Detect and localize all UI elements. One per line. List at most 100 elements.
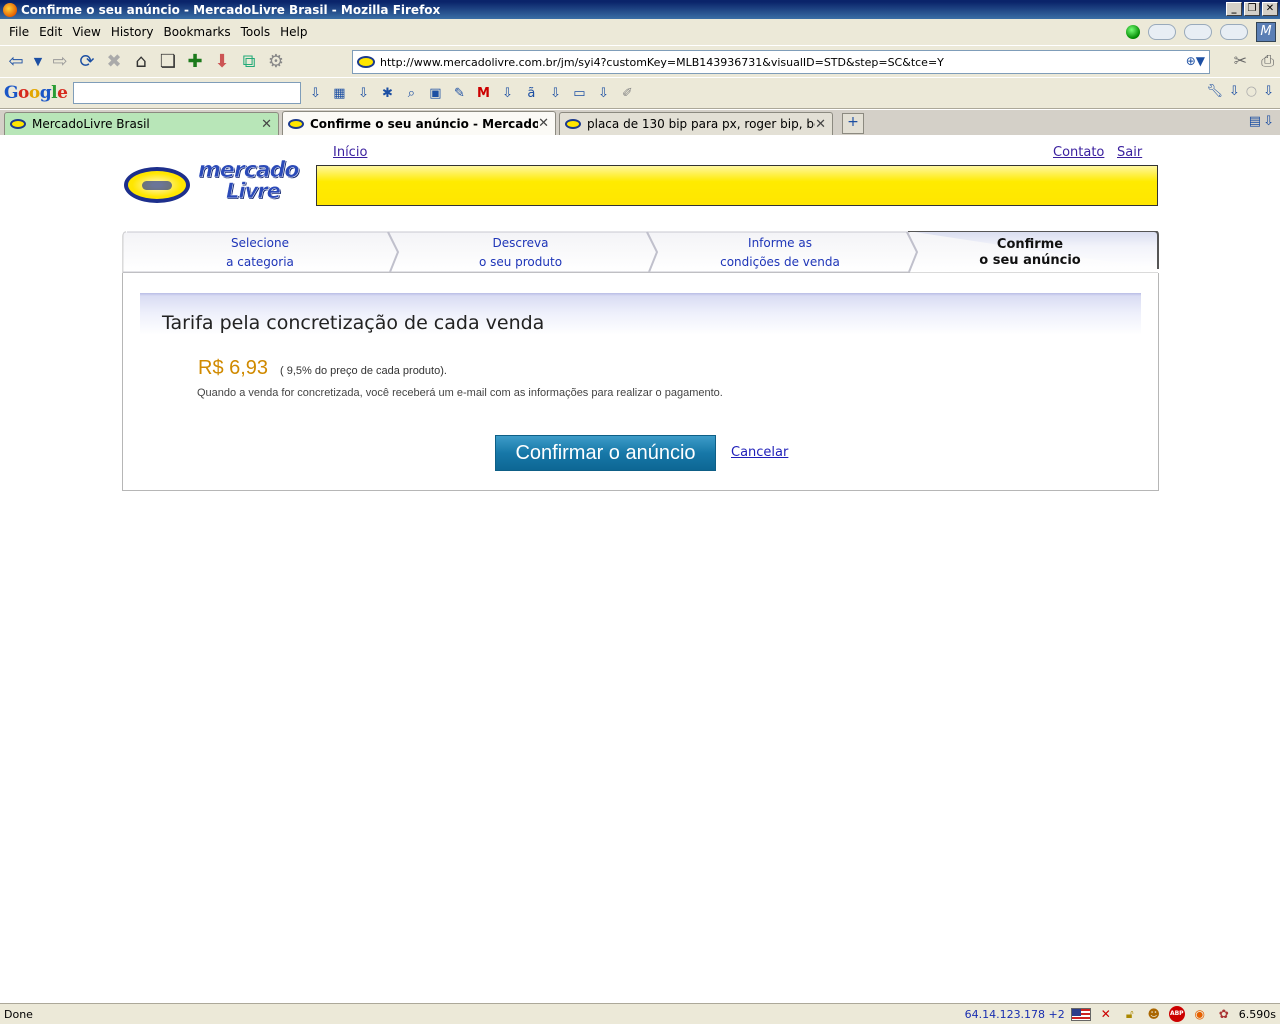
timer-icon[interactable]: ✿ xyxy=(1215,1006,1233,1022)
block-x-icon[interactable]: ✕ xyxy=(1097,1006,1115,1022)
step-line1: Descreva xyxy=(492,236,549,250)
monkey-icon[interactable]: ☻ xyxy=(1145,1006,1163,1022)
translate-icon[interactable]: ã xyxy=(521,83,541,103)
tab-list-button[interactable]: ▤ ⇩ xyxy=(1249,114,1274,129)
tab-list-icon: ▤ xyxy=(1248,114,1262,129)
step-descreva[interactable]: Descreva o seu produto xyxy=(398,231,643,273)
menu-file[interactable]: File xyxy=(4,25,34,39)
page-content: mercado Livre Início Contato Sair Seleci… xyxy=(0,135,1280,1003)
dropdown-icon[interactable]: ⇩ xyxy=(545,83,565,103)
minimize-button[interactable]: _ xyxy=(1226,2,1242,16)
print-icon[interactable]: ⎙ xyxy=(1261,51,1274,71)
highlight-icon[interactable]: ✎ xyxy=(449,83,469,103)
menu-bar: File Edit View History Bookmarks Tools H… xyxy=(0,19,1280,45)
new-tab-button[interactable]: + xyxy=(842,113,864,134)
contato-link[interactable]: Contato xyxy=(1053,145,1104,160)
weather-widgets: M xyxy=(1126,20,1276,42)
maximize-button[interactable]: ❐ xyxy=(1244,2,1260,16)
weather-cloud-icon[interactable] xyxy=(1217,20,1248,40)
menu-help[interactable]: Help xyxy=(275,25,312,39)
weather-cloud-icon[interactable] xyxy=(1181,20,1212,40)
step-informe[interactable]: Informe as condições de venda xyxy=(657,231,903,273)
tab-mercadolivre[interactable]: MercadoLivre Brasil ✕ xyxy=(4,112,279,135)
bookmark-icon[interactable]: ✱ xyxy=(377,83,397,103)
window-title: Confirme o seu anúncio - MercadoLivre Br… xyxy=(21,2,441,17)
page-icon[interactable]: ⧉ xyxy=(237,50,261,74)
go-icon[interactable]: ⊕▼ xyxy=(1186,54,1205,68)
cancel-link[interactable]: Cancelar xyxy=(731,445,788,460)
settings-gear-icon[interactable]: ⚙ xyxy=(264,50,288,74)
google-search-input[interactable] xyxy=(73,82,302,104)
circle-icon[interactable]: ○ xyxy=(1246,84,1257,99)
dropdown-icon[interactable]: ⇩ xyxy=(497,83,517,103)
step-selecione[interactable]: Selecione a categoria xyxy=(122,231,398,273)
google-g-icon[interactable]: ▦ xyxy=(329,83,349,103)
url-input[interactable] xyxy=(380,55,1160,69)
step-line1: Confirme xyxy=(996,237,1064,252)
close-button[interactable]: ✕ xyxy=(1262,2,1278,16)
lock-icon[interactable]: 🔓︎ xyxy=(1121,1006,1139,1022)
adblock-icon[interactable]: ABP xyxy=(1168,1006,1185,1022)
fee-price-note: ( 9,5% do preço de cada produto). xyxy=(280,365,447,377)
tools-icon[interactable]: ✂ xyxy=(1234,51,1247,71)
firefox-icon xyxy=(3,2,17,17)
weather-cloud-icon[interactable] xyxy=(1145,20,1176,40)
gmail-icon[interactable]: M xyxy=(473,83,493,103)
status-bar: Done 64.14.123.178 +2 ✕ 🔓︎ ☻ ABP ◉ ✿ 6.5… xyxy=(0,1003,1280,1024)
load-time: 6.590s xyxy=(1238,1007,1276,1021)
logo-line2: Livre xyxy=(226,179,281,203)
status-green-icon[interactable] xyxy=(1126,25,1140,39)
confirmation-panel: Tarifa pela concretização de cada venda … xyxy=(122,273,1159,491)
tab-placa[interactable]: placa de 130 bip para px, roger bip, bee… xyxy=(559,112,833,135)
pencil-icon[interactable]: ✐ xyxy=(617,83,637,103)
dropdown-icon[interactable]: ⇩ xyxy=(1229,84,1240,99)
download-icon[interactable]: ⬇ xyxy=(210,50,234,74)
home-icon[interactable]: ⌂ xyxy=(129,50,153,74)
tab-favicon-icon xyxy=(10,119,26,129)
menu-tools[interactable]: Tools xyxy=(236,25,276,39)
back-dropdown-icon[interactable]: ▼ xyxy=(31,50,45,74)
ip-address[interactable]: 64.14.123.178 +2 xyxy=(965,1008,1065,1021)
dropdown-icon[interactable]: ⇩ xyxy=(593,83,613,103)
tab-label: placa de 130 bip para px, roger bip, bee… xyxy=(587,117,815,131)
step-line1: Selecione xyxy=(231,236,289,250)
inicio-link[interactable]: Início xyxy=(333,145,367,160)
firefox-status-icon[interactable]: ◉ xyxy=(1191,1006,1209,1022)
tab-close-icon[interactable]: ✕ xyxy=(261,117,272,132)
step-line2: o seu anúncio xyxy=(979,253,1081,268)
handshake-icon xyxy=(124,167,190,203)
sair-link[interactable]: Sair xyxy=(1117,145,1142,160)
us-flag-icon[interactable] xyxy=(1070,1007,1091,1021)
google-logo[interactable]: Google xyxy=(4,83,68,103)
confirm-listing-button[interactable]: Confirmar o anúncio xyxy=(495,435,716,471)
tab-close-icon[interactable]: ✕ xyxy=(538,116,549,131)
menu-bookmarks[interactable]: Bookmarks xyxy=(159,25,236,39)
image-icon[interactable]: ▣ xyxy=(425,83,445,103)
search-dropdown-icon[interactable]: ⇩ xyxy=(305,83,325,103)
dropdown-icon[interactable]: ⇩ xyxy=(1263,84,1274,99)
dropdown-icon[interactable]: ⇩ xyxy=(353,83,373,103)
menu-view[interactable]: View xyxy=(67,25,105,39)
bookmark-add-icon[interactable]: ✚ xyxy=(183,50,207,74)
back-icon[interactable]: ⇦ xyxy=(4,50,28,74)
step-confirme: Confirme o seu anúncio xyxy=(917,231,1143,273)
fee-price: R$ 6,93 xyxy=(198,357,269,379)
magnifier-icon[interactable]: ⌕ xyxy=(401,83,421,103)
nav-right-tools: ✂ ⎙ xyxy=(1234,51,1274,71)
tab-close-icon[interactable]: ✕ xyxy=(815,117,826,132)
rectangle-icon[interactable]: ▭ xyxy=(569,83,589,103)
m-logo-icon[interactable]: M xyxy=(1256,22,1276,42)
window-controls: _ ❐ ✕ xyxy=(1226,2,1278,16)
menu-history[interactable]: History xyxy=(106,25,159,39)
status-text: Done xyxy=(4,1007,33,1021)
reload-icon[interactable]: ⟳ xyxy=(75,50,99,74)
new-tab-icon[interactable]: ❏ xyxy=(156,50,180,74)
mercadolivre-logo[interactable]: mercado Livre xyxy=(124,159,314,205)
fee-title: Tarifa pela concretização de cada venda xyxy=(162,312,545,334)
wrench-icon[interactable]: 🔧︎ xyxy=(1206,84,1223,99)
forward-icon[interactable]: ⇨ xyxy=(48,50,72,74)
address-bar[interactable]: ⊕▼ xyxy=(352,50,1210,74)
tab-confirme[interactable]: Confirme o seu anúncio - MercadoL... ✕ xyxy=(282,111,556,135)
stop-icon[interactable]: ✖ xyxy=(102,50,126,74)
menu-edit[interactable]: Edit xyxy=(34,25,67,39)
